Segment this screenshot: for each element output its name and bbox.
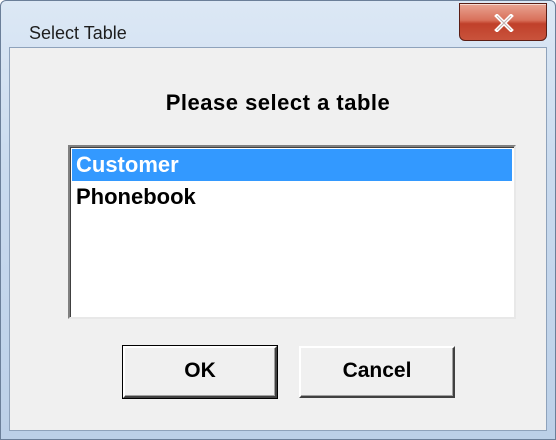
close-button[interactable] [459,3,547,41]
close-icon [494,14,514,32]
table-listbox[interactable]: Customer Phonebook [68,145,516,319]
select-table-window: Select Table Please select a table Custo… [0,0,556,440]
cancel-button[interactable]: Cancel [299,346,455,398]
dialog-body: Please select a table Customer Phonebook… [9,47,547,431]
window-title: Select Table [29,23,127,43]
list-item-customer[interactable]: Customer [72,149,512,181]
dialog-heading: Please select a table [165,90,391,115]
list-item-phonebook[interactable]: Phonebook [72,181,512,213]
ok-button[interactable]: OK [123,346,277,398]
